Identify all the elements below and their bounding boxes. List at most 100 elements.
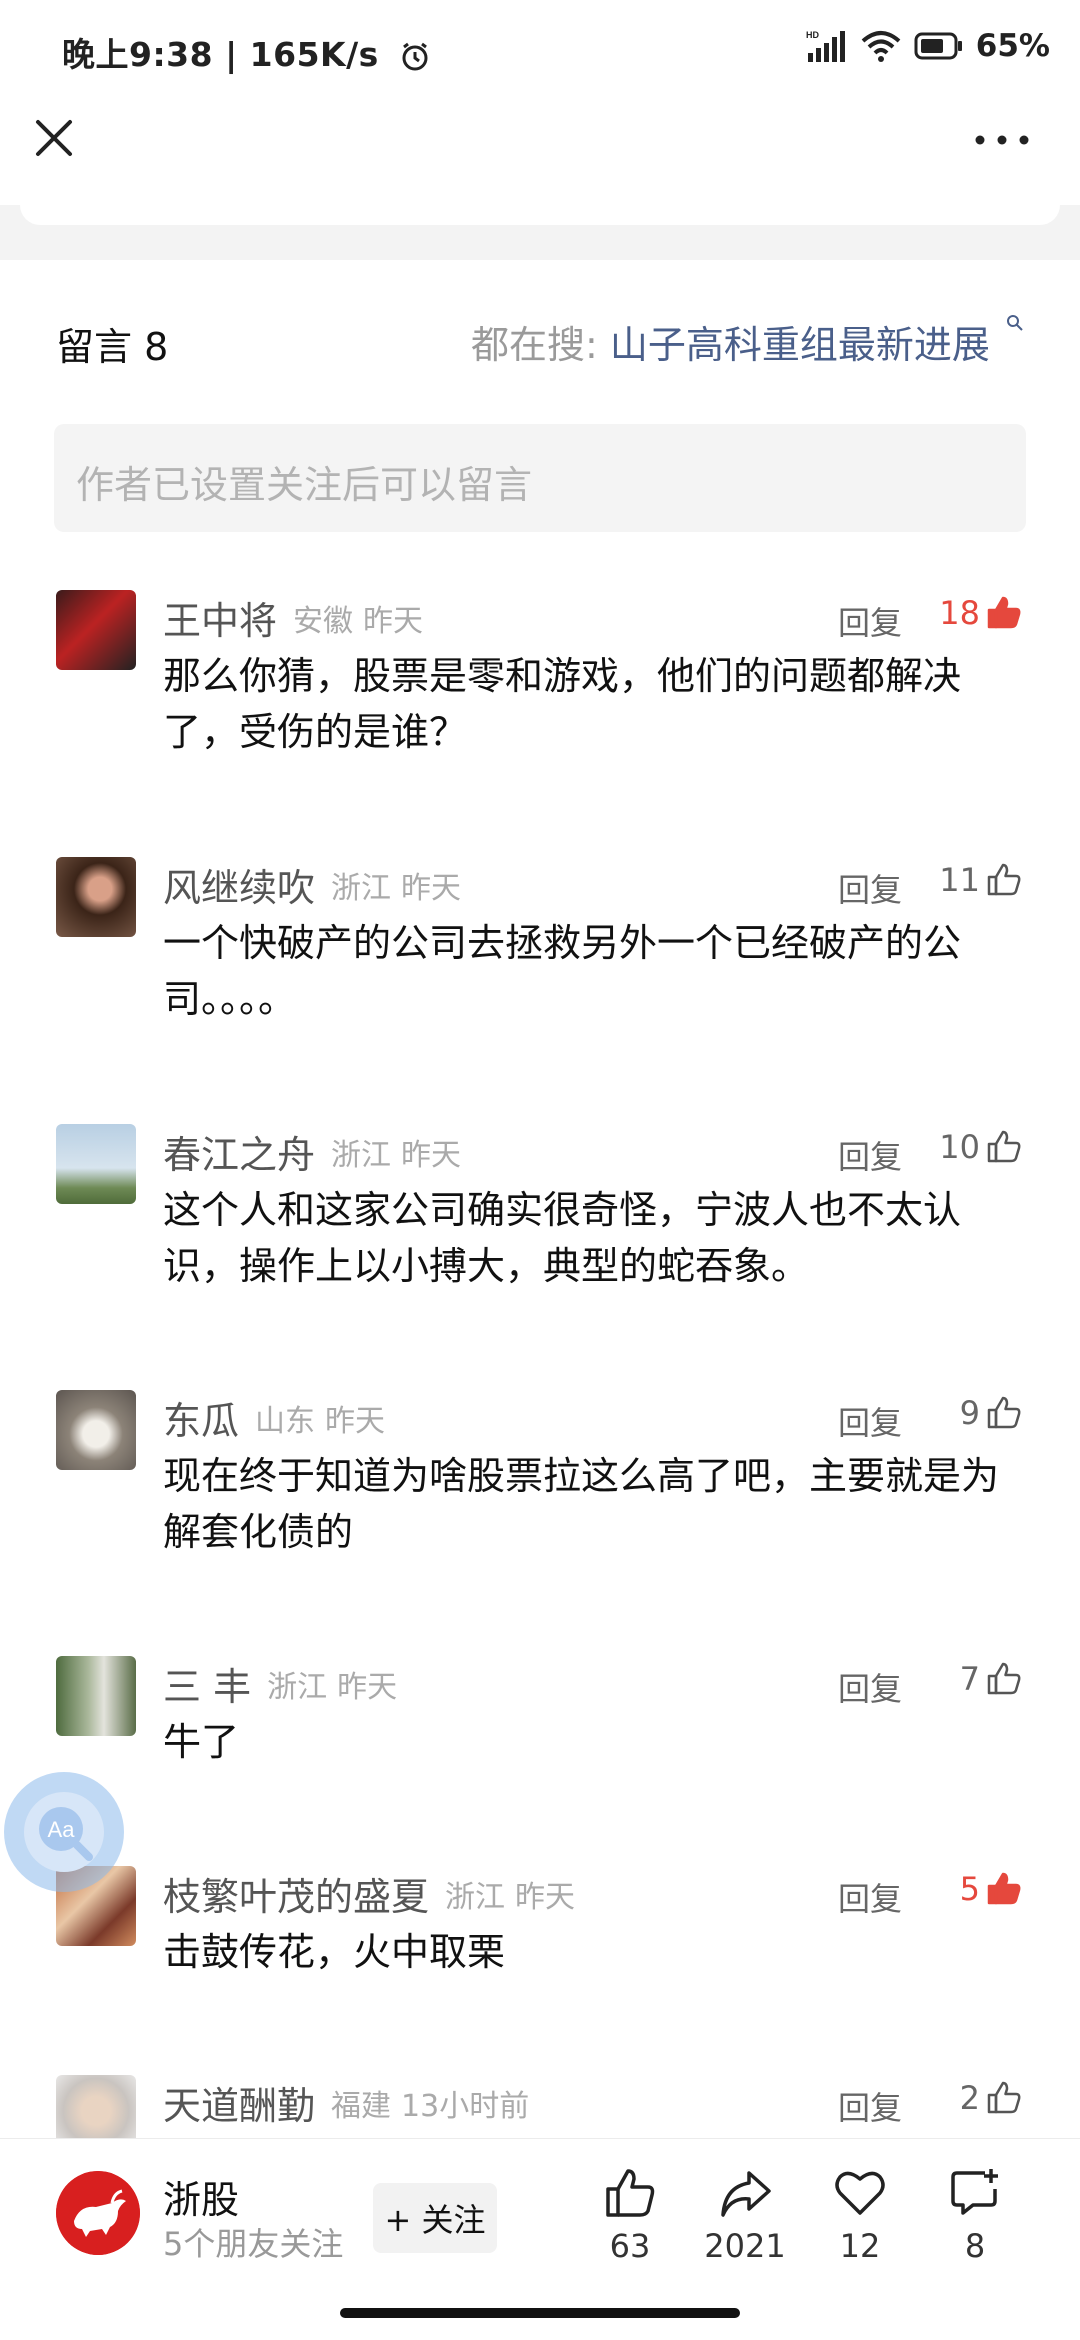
status-left: 晚上9:38 | 165K/s xyxy=(62,28,431,76)
search-hint-term[interactable]: 山子高科重组最新进展 xyxy=(610,323,990,367)
comment-author[interactable]: 王中将 xyxy=(163,599,277,643)
comment-like-button[interactable]: 5 xyxy=(960,1870,1022,1908)
like-count: 63 xyxy=(609,2227,651,2265)
comment-time: 13小时前 xyxy=(401,2088,530,2124)
comment-avatar[interactable] xyxy=(56,857,136,937)
bull-logo-icon xyxy=(56,2171,140,2255)
comment-author[interactable]: 枝繁叶茂的盛夏 xyxy=(163,1875,429,1919)
comment-author[interactable]: 东瓜 xyxy=(163,1399,239,1443)
battery-icon xyxy=(914,32,962,60)
comment-meta: 春江之舟 浙江 昨天 xyxy=(163,1124,462,1177)
comment-time: 昨天 xyxy=(325,1403,386,1439)
thumbs-up-icon xyxy=(987,1872,1021,1905)
comment-location: 浙江 xyxy=(331,870,392,906)
favorite-button[interactable]: 12 xyxy=(800,2165,920,2265)
comment-text: 这个人和这家公司确实很奇怪，宁波人也不太认识，操作上以小搏大，典型的蛇吞象。 xyxy=(163,1188,962,1288)
comment-author[interactable]: 三 丰 xyxy=(163,1665,251,1709)
share-button[interactable]: 2021 xyxy=(685,2165,805,2265)
comment-avatar[interactable] xyxy=(56,590,136,670)
thumbs-up-icon xyxy=(987,1396,1021,1429)
font-size-icon: Aa xyxy=(24,1792,104,1872)
comment-author[interactable]: 春江之舟 xyxy=(163,1133,315,1177)
comment-location: 浙江 xyxy=(445,1879,506,1915)
like-button[interactable]: 63 xyxy=(570,2165,690,2265)
comment-item: 王中将 安徽 昨天 回复 18 那么你猜，股票是零和游戏，他们的问题都解决了，受伤的是谁？ xyxy=(0,590,1080,790)
search-icon xyxy=(1007,315,1023,331)
comment-item: 枝繁叶茂的盛夏 浙江 昨天 回复 5 击鼓传花，火中取栗 xyxy=(0,1866,1080,2066)
thumbs-up-icon xyxy=(987,596,1021,629)
comment-item: 春江之舟 浙江 昨天 回复 10 这个人和这家公司确实很奇怪，宁波人也不太认识，操作上以小… xyxy=(0,1124,1080,1324)
search-hint[interactable]: 都在搜: 山子高科重组最新进展 xyxy=(471,314,1024,369)
heart-icon xyxy=(835,2171,885,2215)
reply-button[interactable]: 回复 xyxy=(838,598,902,644)
reply-button[interactable]: 回复 xyxy=(838,1398,902,1444)
favorite-count: 12 xyxy=(839,2227,881,2265)
account-followers: 5个朋友关注 xyxy=(163,2225,344,2263)
comments-header: 留言 8 都在搜: 山子高科重组最新进展 xyxy=(56,310,1024,370)
comment-like-count: 2 xyxy=(959,2079,980,2117)
comment-button[interactable]: 8 xyxy=(915,2165,1035,2265)
signal-icon: HD xyxy=(806,30,845,62)
comment-item: 东瓜 山东 昨天 回复 9 现在终于知道为啥股票拉这么高了吧，主要就是为解套化债的 xyxy=(0,1390,1080,1590)
comment-location: 山东 xyxy=(255,1403,316,1439)
account-name[interactable]: 浙股 xyxy=(163,2169,239,2224)
home-indicator[interactable] xyxy=(340,2308,740,2318)
comment-like-button[interactable]: 10 xyxy=(939,1128,1022,1166)
comment-location: 安徽 xyxy=(293,603,354,639)
comment-location: 福建 xyxy=(331,2088,392,2124)
article-card-edge xyxy=(20,205,1060,225)
comment-text: 现在终于知道为啥股票拉这么高了吧，主要就是为解套化债的 xyxy=(163,1454,1000,1554)
comment-like-button[interactable]: 2 xyxy=(960,2079,1022,2117)
network-speed: 165K/s xyxy=(249,35,379,74)
comment-like-button[interactable]: 18 xyxy=(939,594,1022,632)
comment-time: 昨天 xyxy=(401,870,462,906)
thumbs-up-icon xyxy=(606,2169,655,2217)
reply-button[interactable]: 回复 xyxy=(838,2083,902,2129)
reply-button[interactable]: 回复 xyxy=(838,1664,902,1710)
comment-input[interactable]: 作者已设置关注后可以留言 xyxy=(54,424,1026,532)
status-right: HD 65% xyxy=(806,28,1050,64)
comment-like-count: 9 xyxy=(959,1394,980,1432)
comment-like-button[interactable]: 7 xyxy=(960,1660,1022,1698)
reply-button[interactable]: 回复 xyxy=(838,1132,902,1178)
comment-like-count: 11 xyxy=(939,861,980,899)
comment-avatar[interactable] xyxy=(56,1656,136,1736)
share-icon xyxy=(721,2171,771,2217)
comment-like-button[interactable]: 9 xyxy=(960,1394,1022,1432)
comment-time: 昨天 xyxy=(401,1137,462,1173)
alarm-icon xyxy=(402,42,428,70)
close-icon[interactable] xyxy=(30,114,78,162)
comment-meta: 天道酬勤 福建 13小时前 xyxy=(163,2075,530,2128)
thumbs-up-icon xyxy=(987,2081,1021,2114)
comment-meta: 枝繁叶茂的盛夏 浙江 昨天 xyxy=(163,1866,575,1919)
reply-button[interactable]: 回复 xyxy=(838,1874,902,1920)
comment-like-count: 10 xyxy=(939,1128,980,1166)
font-size-float-button[interactable]: Aa xyxy=(4,1772,124,1892)
comment-avatar[interactable] xyxy=(56,1124,136,1204)
wifi-icon xyxy=(861,31,901,62)
comment-author[interactable]: 风继续吹 xyxy=(163,866,315,910)
battery-percent: 65% xyxy=(975,28,1050,64)
status-divider: | xyxy=(225,35,250,74)
follow-button[interactable]: + 关注 xyxy=(373,2183,497,2253)
more-icon[interactable] xyxy=(972,130,1032,150)
comment-author[interactable]: 天道酬勤 xyxy=(163,2084,315,2128)
search-hint-prefix: 都在搜: xyxy=(470,323,598,367)
comment-like-count: 7 xyxy=(959,1660,980,1698)
thumbs-up-icon xyxy=(987,1662,1021,1695)
comment-avatar[interactable] xyxy=(56,1390,136,1470)
comment-time: 昨天 xyxy=(337,1669,398,1705)
comment-input-placeholder: 作者已设置关注后可以留言 xyxy=(76,463,533,507)
comment-location: 浙江 xyxy=(267,1669,328,1705)
comment-item: 风继续吹 浙江 昨天 回复 11 一个快破产的公司去拯救另外一个已经破产的公司。。。。 xyxy=(0,857,1080,1057)
thumbs-up-icon xyxy=(987,1130,1021,1163)
status-bar: 晚上9:38 | 165K/s HD 65% xyxy=(0,0,1080,100)
comment-meta: 三 丰浙江 昨天 xyxy=(163,1656,398,1709)
comment-text: 牛了 xyxy=(163,1720,240,1764)
comment-like-button[interactable]: 11 xyxy=(939,861,1022,899)
comment-text: 那么你猜，股票是零和游戏，他们的问题都解决了，受伤的是谁？ xyxy=(163,654,962,754)
account-avatar[interactable] xyxy=(56,2171,140,2255)
status-time: 晚上9:38 xyxy=(62,35,214,74)
comment-item: 三 丰浙江 昨天 回复 7 牛了 xyxy=(0,1656,1080,1856)
reply-button[interactable]: 回复 xyxy=(838,865,902,911)
